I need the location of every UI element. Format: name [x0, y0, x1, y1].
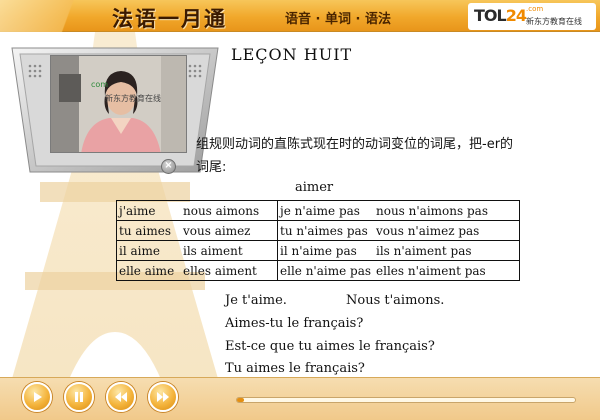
affirmative-cell: j'aime nous aimons — [116, 200, 278, 221]
instruction-line-2: 词尾: — [196, 160, 227, 175]
play-button[interactable] — [22, 382, 52, 412]
video-player[interactable]: com 新东方教育在线 — [50, 55, 187, 153]
example-sentence: Est-ce que tu aimes le français? — [225, 339, 435, 354]
presenter-video — [51, 56, 186, 152]
fast-forward-button[interactable] — [148, 382, 178, 412]
brand-tagline: 新东方教育在线 — [526, 17, 582, 26]
affirmative-form: nous aimons — [183, 203, 260, 218]
brand-domain: .com — [526, 5, 544, 13]
grammar-instruction: 组规则动词的直陈式现在时的动词变位的词尾，把-er的 词尾: — [196, 133, 566, 179]
negative-form: vous n'aimez pas — [376, 223, 480, 238]
example-sentence: Nous t'aimons. — [346, 293, 445, 308]
affirmative-form: elles aiment — [183, 263, 257, 278]
affirmative-form: vous aimez — [183, 223, 251, 238]
rewind-icon — [115, 392, 127, 402]
negative-cell: tu n'aimes pas vous n'aimez pas — [277, 220, 520, 241]
instruction-line-1: 组规则动词的直陈式现在时的动词变位的词尾，把-er的 — [196, 137, 514, 152]
negative-cell: il n'aime pas ils n'aiment pas — [277, 240, 520, 261]
affirmative-cell: il aime ils aiment — [116, 240, 278, 261]
course-title: 法语一月通 — [112, 6, 227, 31]
table-row: j'aime nous aimons je n'aime pas nous n'aim… — [116, 200, 520, 221]
example-sentence: Tu aimes le français? — [225, 361, 365, 376]
negative-form: tu n'aimes pas — [280, 223, 368, 238]
play-icon — [34, 392, 42, 402]
header-bar: 法语一月通 语音 · 单词 · 语法 TOL24 .com 新东方教育在线 — [0, 0, 600, 32]
affirmative-form: elle aime — [119, 263, 175, 278]
negative-form: il n'aime pas — [280, 243, 357, 258]
table-row: il aime ils aiment il n'aime pas ils n'aime… — [116, 240, 520, 261]
progress-fill — [237, 398, 244, 402]
rewind-button[interactable] — [106, 382, 136, 412]
close-icon[interactable]: × — [161, 159, 176, 174]
affirmative-cell: tu aimes vous aimez — [116, 220, 278, 241]
fast-forward-icon — [157, 392, 169, 402]
example-sentence: Aimes-tu le français? — [225, 316, 364, 331]
brand-logo: TOL24 .com 新东方教育在线 — [468, 3, 596, 30]
negative-form: ils n'aiment pas — [376, 243, 472, 258]
pause-button[interactable] — [64, 382, 94, 412]
pause-icon — [75, 392, 83, 402]
course-subtitle: 语音 · 单词 · 语法 — [285, 12, 391, 27]
progress-bar[interactable] — [236, 397, 576, 403]
negative-cell: elle n'aime pas elles n'aiment pas — [277, 260, 520, 281]
negative-cell: je n'aime pas nous n'aimons pas — [277, 200, 520, 221]
affirmative-form: j'aime — [119, 203, 156, 218]
brand-logo-text: TOL24 — [474, 6, 527, 25]
affirmative-form: il aime — [119, 243, 160, 258]
affirmative-cell: elle aime elles aiment — [116, 260, 278, 281]
table-row: elle aime elles aiment elle n'aime pas elle… — [116, 260, 520, 281]
negative-form: elles n'aiment pas — [376, 263, 486, 278]
affirmative-form: ils aiment — [183, 243, 243, 258]
conjugation-table: j'aime nous aimons je n'aime pas nous n'aim… — [116, 200, 520, 281]
video-watermark-domain: com — [91, 80, 109, 89]
header-decoration — [0, 0, 110, 32]
table-row: tu aimes vous aimez tu n'aimes pas vous n'a… — [116, 220, 520, 241]
example-sentence: Je t'aime. — [225, 293, 287, 308]
affirmative-form: tu aimes — [119, 223, 171, 238]
negative-form: elle n'aime pas — [280, 263, 372, 278]
verb-heading: aimer — [295, 180, 334, 195]
negative-form: je n'aime pas — [280, 203, 360, 218]
video-watermark: 新东方教育在线 — [105, 94, 161, 103]
lesson-title: LEÇON HUIT — [231, 45, 353, 64]
negative-form: nous n'aimons pas — [376, 203, 488, 218]
